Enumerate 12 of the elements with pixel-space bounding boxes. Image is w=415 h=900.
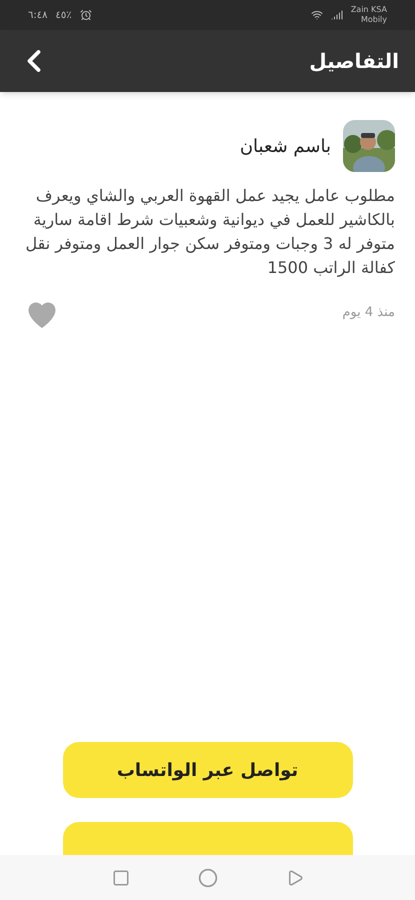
post-text: مطلوب عامل يجيد عمل القهوة العربي والشاي ويعرف بالكاشير للعمل في ديوانية وشعبيات شرط اقامة سارية متوفر له 3 وجبات ومتوفر سكن جوار العمل ومتوفر نقل كفالة الراتب 1500 [24,185,395,279]
author-name: باسم شعبان [240,134,331,158]
alarm-icon [80,9,92,21]
clock-time: ٦:٤٨ [28,8,48,22]
carrier-name: Zain KSA [350,5,387,15]
recent-apps-icon[interactable] [112,868,130,886]
whatsapp-button[interactable]: تواصل عبر الواتساب [62,742,352,798]
page-title: التفاصيل [309,48,399,75]
carrier-name: Mobily [360,15,387,25]
battery-level: ٤٥٪ [55,8,72,22]
home-icon[interactable] [198,868,218,888]
post-time: منذ 4 يوم [342,304,395,322]
